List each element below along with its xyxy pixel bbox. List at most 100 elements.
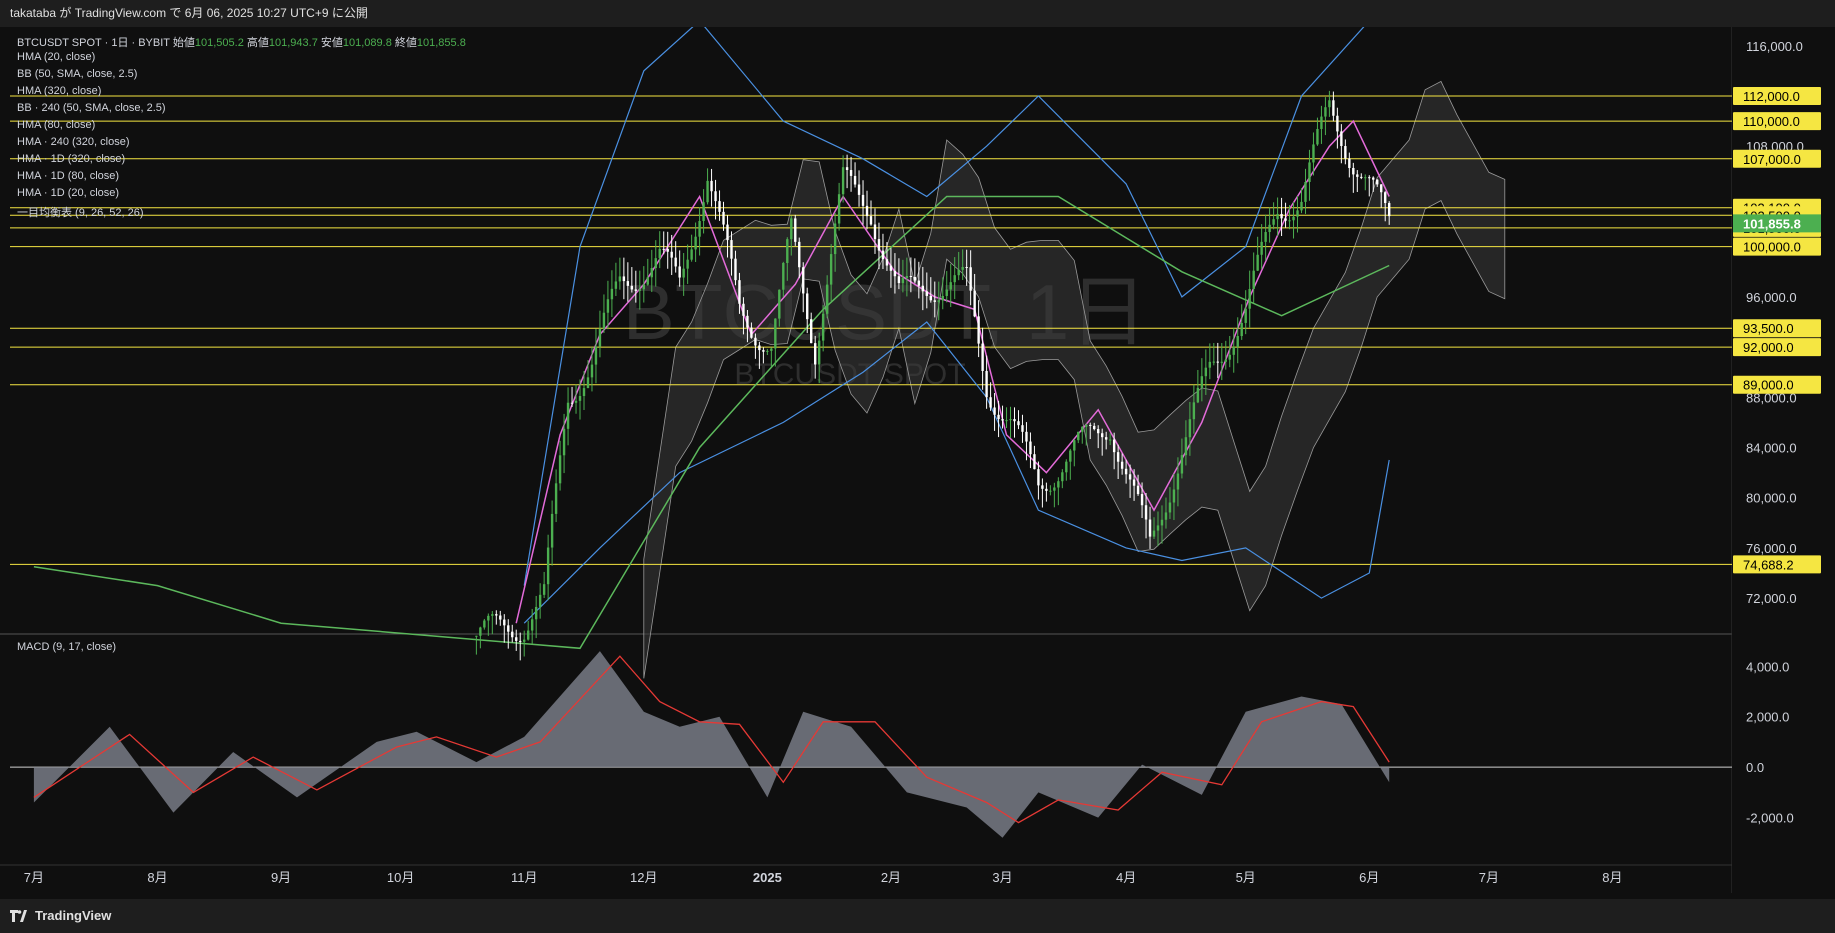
legend-symbol: BTCUSDT SPOT · 1日 · BYBIT [17,37,170,49]
candle-body [806,293,809,320]
candle-body [1025,431,1028,442]
candle-body [817,340,821,365]
candle-body [710,180,713,192]
candle-body [698,220,701,237]
candle-body [893,270,897,277]
candle-body [519,640,522,642]
time-tick-label: 4月 [1116,870,1136,885]
candle-body [634,289,638,291]
candle-body [598,328,602,347]
candle-body [889,265,893,271]
candle-body [869,216,873,225]
candle-body [1033,454,1036,470]
legend-open: 101,505.2 [194,37,244,49]
candle-body [945,289,948,296]
publish-header: takataba が TradingView.com で 6月 06, 2025… [0,0,1835,27]
candle-body [1340,131,1343,147]
candle-body [989,397,992,408]
indicator-legend-item[interactable]: HMA · 1D (20, close) [17,187,119,199]
candle-body [1053,487,1056,491]
tradingview-brand[interactable]: TradingView [10,908,111,923]
candle-body [1380,184,1383,193]
candle-body [965,267,968,269]
candle-body [638,289,642,291]
candle-body [1077,431,1080,441]
candle-body [1029,441,1032,455]
indicator-legend-item[interactable]: 一目均衡表 (9, 26, 52, 26) [17,204,144,220]
candle-body [949,282,952,290]
chart-canvas[interactable]: BTCUSDT, 1日 BTCUSDT SPOT 116,000.0108,00… [0,27,1835,899]
candle-body [1148,519,1152,537]
candle-body [1160,519,1164,526]
candle-body [1288,220,1291,222]
indicator-legend-item[interactable]: HMA (20, close) [17,51,95,63]
candle-body [969,267,972,291]
candle-body [686,259,689,269]
candle-body [702,202,705,221]
candle-body [574,400,578,403]
candle-body [905,275,909,279]
time-tick-label: 7月 [1479,870,1499,885]
candle-body [658,248,661,259]
candle-body [534,606,538,620]
candle-body [1017,421,1020,426]
indicator-legend-item[interactable]: HMA · 1D (320, close) [17,153,125,165]
candle-body [1376,179,1379,185]
candle-body [538,594,542,607]
candle-body [622,276,626,282]
candle-body [1316,128,1319,145]
candle-body [650,268,653,278]
candle-body [861,194,865,206]
candle-body [1021,425,1024,432]
last-price-label: 101,855.8 [1743,216,1801,231]
time-tick-label: 12月 [630,870,657,885]
candle-body [885,259,889,266]
candle-body [810,319,813,344]
candle-body [961,267,964,270]
indicator-legend-item[interactable]: HMA · 240 (320, close) [17,136,130,148]
candle-body [774,318,777,349]
candle-body [1184,437,1188,456]
candle-body [1336,115,1339,132]
time-tick-label: 10月 [387,870,414,885]
legend-open-label: 始値 [172,37,195,49]
indicator-legend-item[interactable]: HMA (320, close) [17,85,101,97]
candle-body [578,396,582,401]
candle-body [1172,489,1176,503]
candle-body [690,249,693,260]
macd-tick-label: 0.0 [1746,760,1764,775]
candle-body [1057,481,1060,488]
candle-body [742,303,745,316]
candle-body [706,180,709,203]
price-tick-label: 80,000.0 [1746,491,1797,506]
candle-body [562,428,566,456]
legend-low-label: 安値 [320,37,343,49]
price-tick-label: 72,000.0 [1746,591,1797,606]
candle-body [750,327,753,338]
candle-body [734,258,737,281]
indicator-legend-item[interactable]: HMA · 1D (80, close) [17,170,119,182]
indicator-legend-item[interactable]: BB · 240 (50, SMA, close, 2.5) [17,102,166,114]
legend-close: 101,855.8 [416,37,466,49]
level-tag-label: 93,500.0 [1743,321,1794,336]
indicator-legend-item[interactable]: HMA (80, close) [17,119,95,131]
level-tag-label: 74,688.2 [1743,557,1794,572]
candle-body [554,483,558,514]
price-axis[interactable]: 116,000.0108,000.096,000.088,000.084,000… [1732,27,1835,893]
candle-body [542,584,546,595]
candle-body [997,414,1000,420]
candle-body [758,345,761,351]
candle-body [929,295,932,301]
candle-body [953,275,956,283]
candle-body [1296,210,1299,217]
candle-body [1208,361,1212,368]
candle-body [1061,472,1064,482]
candle-body [1081,426,1084,432]
indicator-legend-item[interactable]: BB (50, SMA, close, 2.5) [17,68,137,80]
candle-body [1176,473,1180,490]
candle-body [770,348,773,351]
candle-body [813,343,817,365]
candle-body [558,455,562,484]
candle-body [1280,213,1283,219]
time-tick-label: 8月 [1602,870,1622,885]
